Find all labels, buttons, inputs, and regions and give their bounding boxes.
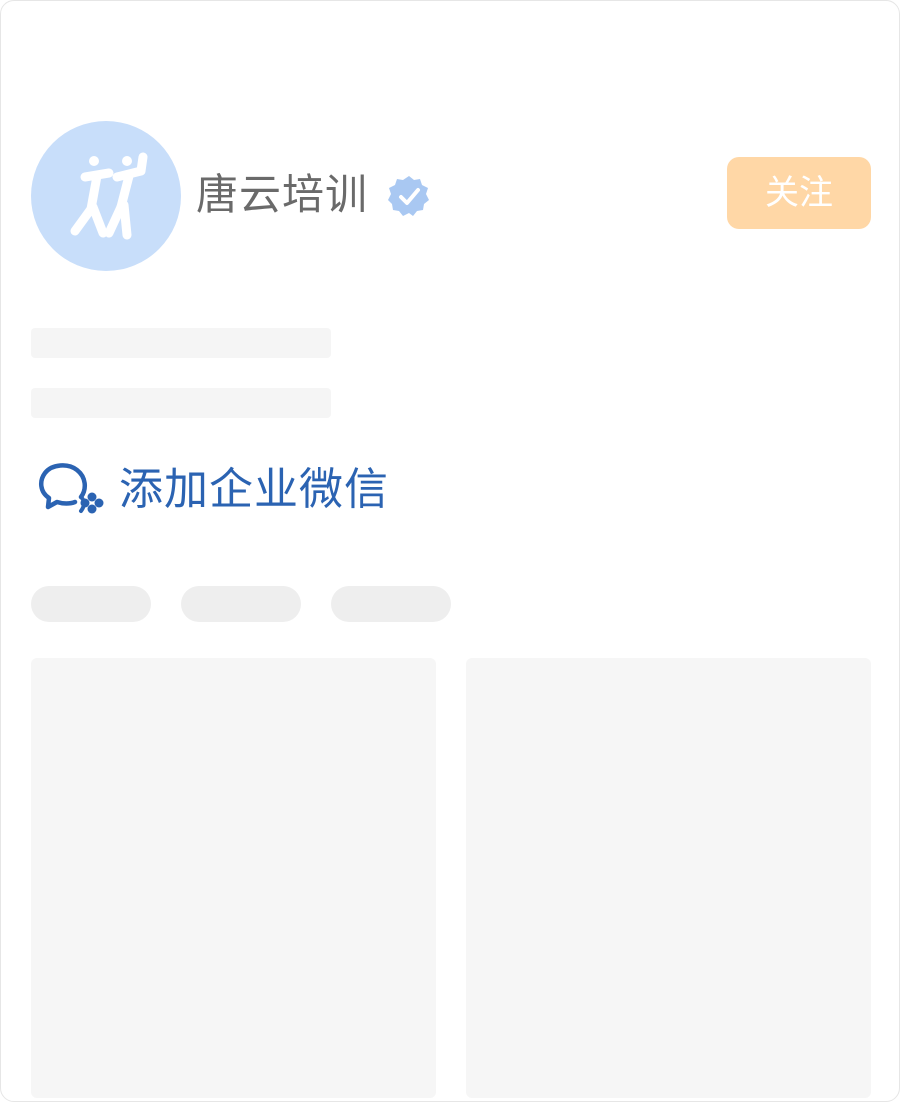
profile-card: 唐云培训 关注 添加企业微信 bbox=[0, 0, 900, 1102]
logo-figures-icon bbox=[70, 152, 148, 240]
tab-placeholder-1 bbox=[31, 586, 151, 622]
skeleton-line-1 bbox=[31, 328, 331, 358]
content-card-placeholder-1 bbox=[31, 658, 436, 1098]
tab-placeholder-2 bbox=[181, 586, 301, 622]
avatar[interactable] bbox=[31, 121, 181, 271]
content-card-placeholder-2 bbox=[466, 658, 871, 1098]
wecom-chat-icon bbox=[39, 463, 104, 514]
tab-placeholder-3 bbox=[331, 586, 451, 622]
follow-button[interactable]: 关注 bbox=[727, 157, 871, 229]
skeleton-line-2 bbox=[31, 388, 331, 418]
verified-badge-icon bbox=[388, 176, 429, 216]
add-wecom-label: 添加企业微信 bbox=[119, 464, 389, 515]
account-name: 唐云培训 bbox=[196, 170, 369, 219]
